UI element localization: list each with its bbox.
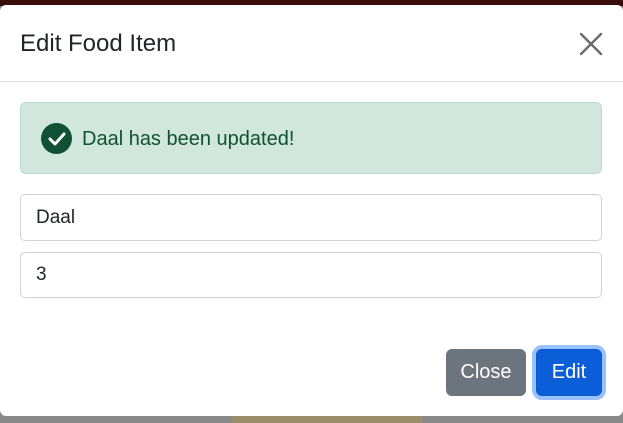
modal-header: Edit Food Item <box>0 5 623 82</box>
food-name-input[interactable] <box>20 194 602 241</box>
close-button[interactable]: Close <box>446 349 526 396</box>
edit-food-modal: Edit Food Item Daal has been updated! Cl… <box>0 5 623 416</box>
success-alert: Daal has been updated! <box>20 102 602 174</box>
edit-button[interactable]: Edit <box>536 349 602 396</box>
close-x-icon[interactable] <box>578 31 604 57</box>
alert-message: Daal has been updated! <box>82 128 295 150</box>
check-circle-icon <box>41 123 72 154</box>
food-quantity-input[interactable] <box>20 252 602 298</box>
modal-title: Edit Food Item <box>20 30 177 57</box>
